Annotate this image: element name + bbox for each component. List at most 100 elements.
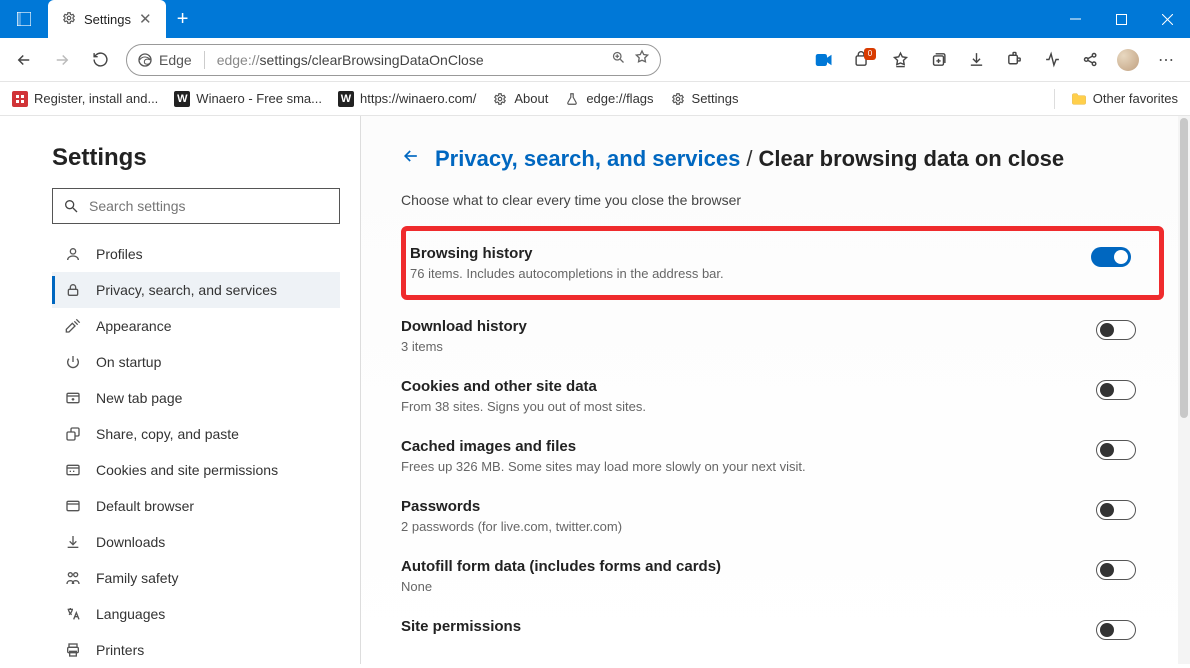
settings-search[interactable] [52,188,340,224]
option-desc: Frees up 326 MB. Some sites may load mor… [401,459,806,474]
breadcrumb: Privacy, search, and services / Clear br… [401,146,1164,172]
favicon-icon [12,91,28,107]
edge-icon [137,52,153,68]
breadcrumb-link[interactable]: Privacy, search, and services [435,146,740,172]
address-bar[interactable]: Edge edge://settings/clearBrowsingDataOn… [126,44,661,76]
settings-main: Privacy, search, and services / Clear br… [361,116,1190,664]
window-close-button[interactable] [1144,0,1190,38]
search-input[interactable] [89,198,329,214]
toggle-switch[interactable] [1096,500,1136,520]
sidebar-item-share[interactable]: Share, copy, and paste [52,416,340,452]
zoom-icon[interactable] [611,50,626,70]
option-title: Autofill form data (includes forms and c… [401,558,721,575]
bookmark-item[interactable]: Register, install and... [12,91,158,107]
toggle-switch[interactable] [1091,247,1131,267]
flask-icon [564,91,580,107]
window-maximize-button[interactable] [1098,0,1144,38]
gear-icon [62,11,76,28]
page-subtitle: Choose what to clear every time you clos… [401,192,1164,208]
video-call-icon[interactable] [806,44,842,76]
option-desc: 3 items [401,339,527,354]
profile-icon [64,246,82,262]
sidebar-item-label: Printers [96,642,144,658]
bookmark-label: Register, install and... [34,91,158,106]
gear-icon [670,91,686,107]
favorites-icon[interactable] [882,44,918,76]
appearance-icon [64,318,82,334]
sidebar-item-printer[interactable]: Printers [52,632,340,668]
sidebar-item-lang[interactable]: Languages [52,596,340,632]
bookmark-item[interactable]: About [492,91,548,107]
identity-label: Edge [159,52,192,68]
site-identity[interactable]: Edge [137,52,192,68]
sidebar-item-power[interactable]: On startup [52,344,340,380]
bookmark-item[interactable]: Settings [670,91,739,107]
bookmarks-bar: Register, install and... W Winaero - Free… [0,82,1190,116]
url-text: edge://settings/clearBrowsingDataOnClose [217,52,603,68]
collections-icon[interactable] [920,44,956,76]
shopping-icon[interactable]: 0 [844,44,880,76]
bookmark-item[interactable]: W Winaero - Free sma... [174,91,322,107]
app-menu-icon[interactable] [0,0,48,38]
option-title: Browsing history [410,245,724,262]
bookmark-item[interactable]: Whttps://winaero.com/ [338,91,476,107]
toggle-switch[interactable] [1096,440,1136,460]
toggle-switch[interactable] [1096,620,1136,640]
scrollbar[interactable] [1178,116,1190,664]
favicon-icon: W [174,91,190,107]
browser-toolbar: Edge edge://settings/clearBrowsingDataOn… [0,38,1190,82]
option-title: Download history [401,318,527,335]
favorite-star-icon[interactable] [634,49,650,70]
folder-icon [1071,91,1087,107]
lock-icon [64,282,82,298]
profile-avatar[interactable] [1110,44,1146,76]
refresh-button[interactable] [82,44,118,76]
sidebar-item-newtab[interactable]: New tab page [52,380,340,416]
sidebar-item-label: Profiles [96,246,143,262]
sidebar-item-label: On startup [96,354,161,370]
bookmark-label: About [514,91,548,106]
more-menu-icon[interactable]: ⋯ [1148,44,1184,76]
new-tab-button[interactable]: + [166,0,200,38]
option-desc: 76 items. Includes autocompletions in th… [410,266,724,281]
breadcrumb-separator: / [746,146,752,172]
performance-icon[interactable] [1034,44,1070,76]
clear-option: Cookies and other site dataFrom 38 sites… [401,366,1164,426]
toggle-switch[interactable] [1096,560,1136,580]
window-minimize-button[interactable] [1052,0,1098,38]
power-icon [64,354,82,370]
clear-option: Site permissions [401,606,1164,652]
extensions-icon[interactable] [996,44,1032,76]
bookmark-label: Winaero - Free sma... [196,91,322,106]
bookmark-label: edge://flags [586,91,653,106]
toggle-switch[interactable] [1096,320,1136,340]
share-icon [64,426,82,442]
back-button[interactable] [6,44,42,76]
sidebar-item-download[interactable]: Downloads [52,524,340,560]
clear-option: Passwords2 passwords (for live.com, twit… [401,486,1164,546]
close-tab-icon[interactable]: ✕ [139,10,152,28]
breadcrumb-current: Clear browsing data on close [758,146,1064,172]
sidebar-item-lock[interactable]: Privacy, search, and services [52,272,340,308]
sidebar-item-family[interactable]: Family safety [52,560,340,596]
bookmark-label: Settings [692,91,739,106]
sidebar-item-appearance[interactable]: Appearance [52,308,340,344]
sidebar-item-label: New tab page [96,390,182,406]
sidebar-item-profile[interactable]: Profiles [52,236,340,272]
settings-sidebar: Settings ProfilesPrivacy, search, and se… [0,116,360,664]
clear-option: Autofill form data (includes forms and c… [401,546,1164,606]
breadcrumb-back-button[interactable] [401,146,421,172]
bookmark-item[interactable]: edge://flags [564,91,653,107]
other-favorites[interactable]: Other favorites [1071,91,1178,107]
downloads-icon[interactable] [958,44,994,76]
search-icon [63,198,79,214]
share-icon[interactable] [1072,44,1108,76]
scrollbar-thumb[interactable] [1180,118,1188,418]
browser-tab[interactable]: Settings ✕ [48,0,166,38]
sidebar-item-label: Share, copy, and paste [96,426,239,442]
gear-icon [492,91,508,107]
sidebar-item-cookies[interactable]: Cookies and site permissions [52,452,340,488]
forward-button[interactable] [44,44,80,76]
sidebar-item-browser[interactable]: Default browser [52,488,340,524]
toggle-switch[interactable] [1096,380,1136,400]
